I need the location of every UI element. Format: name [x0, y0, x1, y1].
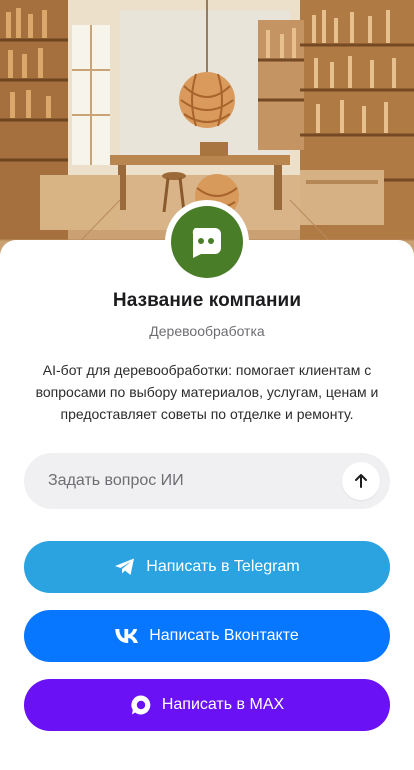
max-icon [130, 694, 152, 716]
telegram-icon [114, 557, 136, 577]
ask-ai-field [24, 453, 390, 509]
write-max-label: Написать в MAX [161, 696, 285, 713]
vk-icon [115, 629, 139, 643]
company-category: Деревообработка [149, 323, 265, 339]
ask-ai-input[interactable] [48, 472, 342, 490]
write-vk-button[interactable]: Написать Вконтакте [24, 610, 390, 662]
company-name: Название компании [112, 290, 302, 311]
avatar [165, 200, 249, 284]
write-telegram-button[interactable]: Написать в Telegram [24, 541, 390, 593]
write-max-button[interactable]: Написать в MAX [24, 679, 390, 731]
write-telegram-label: Написать в Telegram [146, 558, 300, 575]
chat-bot-icon [192, 228, 221, 258]
write-vk-label: Написать Вконтакте [149, 627, 299, 644]
avatar-circle [171, 206, 243, 278]
company-description: AI-бот для деревообработки: помогает кли… [35, 362, 379, 422]
arrow-up-icon [355, 474, 367, 488]
send-button[interactable] [342, 462, 380, 500]
